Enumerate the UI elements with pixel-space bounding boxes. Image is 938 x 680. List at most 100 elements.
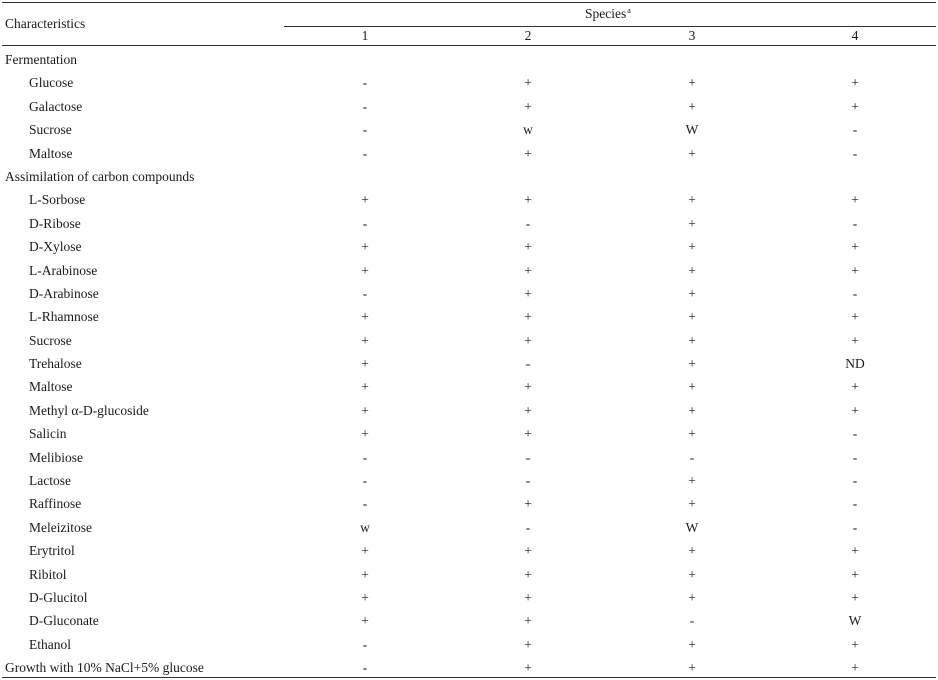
cell-species-2: +: [524, 496, 532, 512]
cell-species-1: -: [362, 473, 368, 489]
row-label: Meleizitose: [29, 519, 92, 535]
cell-species-2: +: [524, 589, 532, 605]
cell-species-2: +: [524, 332, 532, 348]
table-row: Maltose + + + +: [0, 375, 938, 398]
cell-species-2: -: [525, 215, 531, 231]
cell-species-3: +: [688, 239, 696, 255]
cell-species-3: +: [688, 75, 696, 91]
cell-species-3: +: [688, 402, 696, 418]
table-row: Ribitol + + + +: [0, 563, 938, 586]
cell-species-4: -: [852, 426, 858, 442]
cell-species-4: +: [851, 589, 859, 605]
cell-species-4: -: [852, 496, 858, 512]
table-body: Fermentation Glucose - + + + Galactose - + + + Sucr…: [0, 48, 938, 680]
table-row: Methyl α-D-glucoside + + + +: [0, 399, 938, 422]
cell-species-2: +: [524, 239, 532, 255]
cell-species-2: w: [523, 122, 533, 138]
column-header-4: 4: [851, 28, 859, 43]
column-header-3: 3: [688, 28, 696, 43]
cell-species-4: +: [851, 379, 859, 395]
cell-species-3: +: [688, 332, 696, 348]
cell-species-2: -: [525, 473, 531, 489]
cell-species-1: w: [360, 519, 370, 535]
cell-species-2: +: [524, 75, 532, 91]
row-label: Melibiose: [29, 449, 83, 465]
row-label: L-Sorbose: [29, 192, 86, 208]
cell-species-2: -: [525, 449, 531, 465]
characteristics-header: Characteristics: [5, 16, 86, 31]
cell-species-3: +: [688, 473, 696, 489]
header-bottom-rule: [2, 45, 936, 46]
cell-species-4: +: [851, 192, 859, 208]
cell-species-4: ND: [845, 356, 865, 372]
cell-species-1: +: [361, 262, 369, 278]
row-label: Assimilation of carbon compounds: [5, 168, 195, 184]
species-characteristics-table: Characteristics Speciesa 1 2 3 4 Ferment…: [0, 0, 938, 680]
cell-species-4: -: [852, 473, 858, 489]
table-row: Sucrose - w W -: [0, 118, 938, 141]
section-row: Assimilation of carbon compounds: [0, 165, 938, 188]
row-label: Lactose: [29, 473, 71, 489]
row-label: L-Rhamnose: [29, 309, 99, 325]
row-label: Galactose: [29, 98, 83, 114]
cell-species-4: +: [851, 239, 859, 255]
cell-species-3: +: [688, 262, 696, 278]
cell-species-3: +: [688, 356, 696, 372]
row-label: D-Ribose: [29, 215, 81, 231]
species-header: Speciesa: [585, 6, 631, 22]
cell-species-4: +: [851, 262, 859, 278]
cell-species-1: +: [361, 589, 369, 605]
cell-species-1: +: [361, 402, 369, 418]
cell-species-1: -: [362, 285, 368, 301]
column-header-1: 1: [361, 28, 369, 43]
cell-species-1: -: [362, 122, 368, 138]
table-bottom-rule: [2, 677, 936, 678]
table-row: D-Xylose + + + +: [0, 235, 938, 258]
cell-species-3: +: [688, 426, 696, 442]
cell-species-2: +: [524, 426, 532, 442]
row-label: Sucrose: [29, 122, 72, 138]
cell-species-4: -: [852, 122, 858, 138]
cell-species-3: W: [685, 519, 699, 535]
table-row: Lactose - - + -: [0, 469, 938, 492]
cell-species-3: +: [688, 285, 696, 301]
cell-species-3: +: [688, 309, 696, 325]
cell-species-4: -: [852, 449, 858, 465]
cell-species-1: -: [362, 145, 368, 161]
cell-species-1: -: [362, 75, 368, 91]
cell-species-2: -: [525, 356, 531, 372]
cell-species-2: +: [524, 262, 532, 278]
cell-species-3: -: [689, 449, 695, 465]
table-row: Trehalose + - + ND: [0, 352, 938, 375]
cell-species-1: -: [362, 98, 368, 114]
row-label: Sucrose: [29, 332, 72, 348]
cell-species-2: +: [524, 613, 532, 629]
cell-species-4: W: [848, 613, 862, 629]
cell-species-3: +: [688, 379, 696, 395]
cell-species-4: +: [851, 75, 859, 91]
cell-species-4: +: [851, 543, 859, 559]
row-label: Erytritol: [29, 543, 75, 559]
row-label: Ethanol: [29, 636, 71, 652]
cell-species-1: -: [362, 496, 368, 512]
cell-species-4: +: [851, 309, 859, 325]
row-label: Ribitol: [29, 566, 67, 582]
table-top-rule: [2, 2, 936, 3]
cell-species-1: -: [362, 215, 368, 231]
table-row: D-Gluconate + + - W: [0, 609, 938, 632]
row-label: D-Arabinose: [29, 285, 99, 301]
cell-species-2: +: [524, 566, 532, 582]
row-label: D-Gluconate: [29, 613, 99, 629]
species-footnote-marker: a: [627, 6, 631, 15]
row-label: Salicin: [29, 426, 67, 442]
cell-species-4: +: [851, 636, 859, 652]
table-row: Erytritol + + + +: [0, 539, 938, 562]
table-row: L-Arabinose + + + +: [0, 259, 938, 282]
cell-species-1: +: [361, 309, 369, 325]
cell-species-4: +: [851, 332, 859, 348]
table-row: Galactose - + + +: [0, 95, 938, 118]
cell-species-2: +: [524, 636, 532, 652]
species-span-rule: [284, 26, 936, 27]
cell-species-3: +: [688, 636, 696, 652]
cell-species-1: -: [362, 636, 368, 652]
